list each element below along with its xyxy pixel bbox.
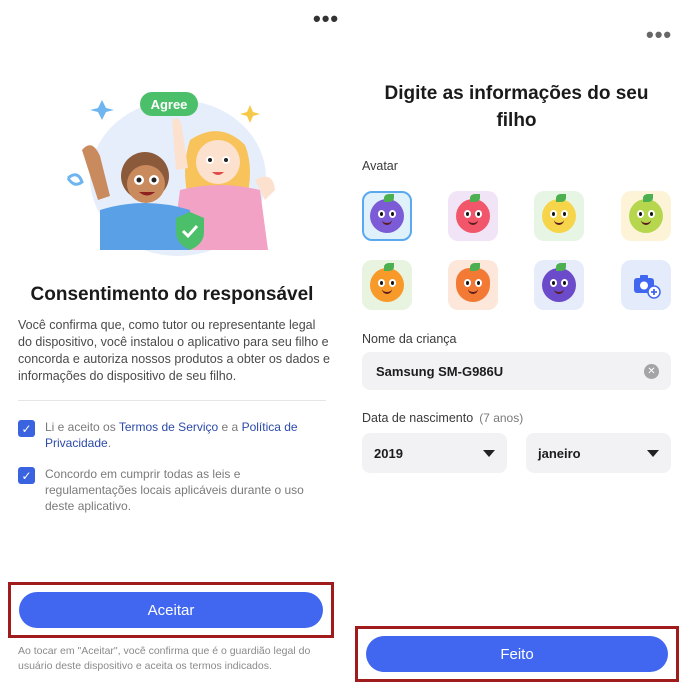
avatar-orange[interactable] [362, 260, 412, 310]
camera-add-icon [634, 275, 661, 299]
avatar-grid [362, 191, 672, 311]
birth-year-select[interactable]: 2019 [362, 433, 507, 473]
more-options-icon[interactable]: ••• [313, 8, 339, 30]
clear-input-icon[interactable]: ✕ [644, 363, 659, 379]
more-options-icon[interactable]: ••• [646, 24, 672, 46]
consent-description: Você confirma que, como tutor ou represe… [18, 318, 331, 383]
divider [18, 400, 326, 401]
consent-screen: ••• Agree Consentimento do responsável V… [0, 0, 344, 700]
done-button-highlight: Feito [355, 626, 679, 682]
sparkle-icon [90, 100, 114, 120]
child-name-input[interactable] [376, 363, 644, 379]
agree-badge-text: Agree [151, 97, 188, 112]
birth-year-value: 2019 [374, 445, 403, 461]
add-photo-button[interactable] [621, 260, 671, 310]
terms-of-service-link[interactable]: Termos de Serviço [119, 420, 218, 434]
accept-button[interactable]: Aceitar [19, 592, 323, 628]
avatar-pear[interactable] [621, 191, 671, 241]
avatar-apple[interactable] [448, 191, 498, 241]
avatar-eggplant[interactable] [534, 260, 584, 310]
terms-checkbox[interactable]: ✓ [18, 420, 35, 437]
chevron-down-icon [647, 449, 659, 457]
birth-month-select[interactable]: janeiro [526, 433, 671, 473]
child-name-field[interactable]: ✕ [362, 352, 671, 390]
chevron-down-icon [483, 449, 495, 457]
laws-checkbox[interactable]: ✓ [18, 467, 35, 484]
avatar-carrot[interactable] [448, 260, 498, 310]
avatar-grape[interactable] [362, 191, 412, 241]
page-title: Consentimento do responsável [30, 284, 314, 305]
page-title: Digite as informações do seu filho [384, 83, 649, 131]
birth-date-label: Data de nascimento (7 anos) [362, 411, 524, 425]
terms-consent-row: ✓ Li e aceito os Termos de Serviço e a P… [18, 419, 328, 451]
laws-consent-row: ✓ Concordo em cumprir todas as leis e re… [18, 466, 328, 514]
age-hint: (7 anos) [479, 411, 524, 425]
child-name-label: Nome da criança [362, 332, 457, 346]
accept-button-highlight: Aceitar [8, 582, 334, 638]
avatar-pineapple[interactable] [534, 191, 584, 241]
sparkle-icon [240, 105, 260, 123]
child-info-screen: ••• Digite as informações do seu filho A… [344, 0, 689, 700]
done-button[interactable]: Feito [366, 636, 668, 672]
birth-month-value: janeiro [538, 445, 581, 461]
terms-consent-text: Li e aceito os Termos de Serviço e a Pol… [45, 420, 298, 450]
laws-consent-text: Concordo em cumprir todas as leis e regu… [45, 467, 304, 513]
legal-guardian-note: Ao tocar em "Aceitar", você confirma que… [18, 645, 311, 672]
avatar-label: Avatar [362, 159, 398, 173]
kids-agree-illustration: Agree [66, 92, 275, 256]
